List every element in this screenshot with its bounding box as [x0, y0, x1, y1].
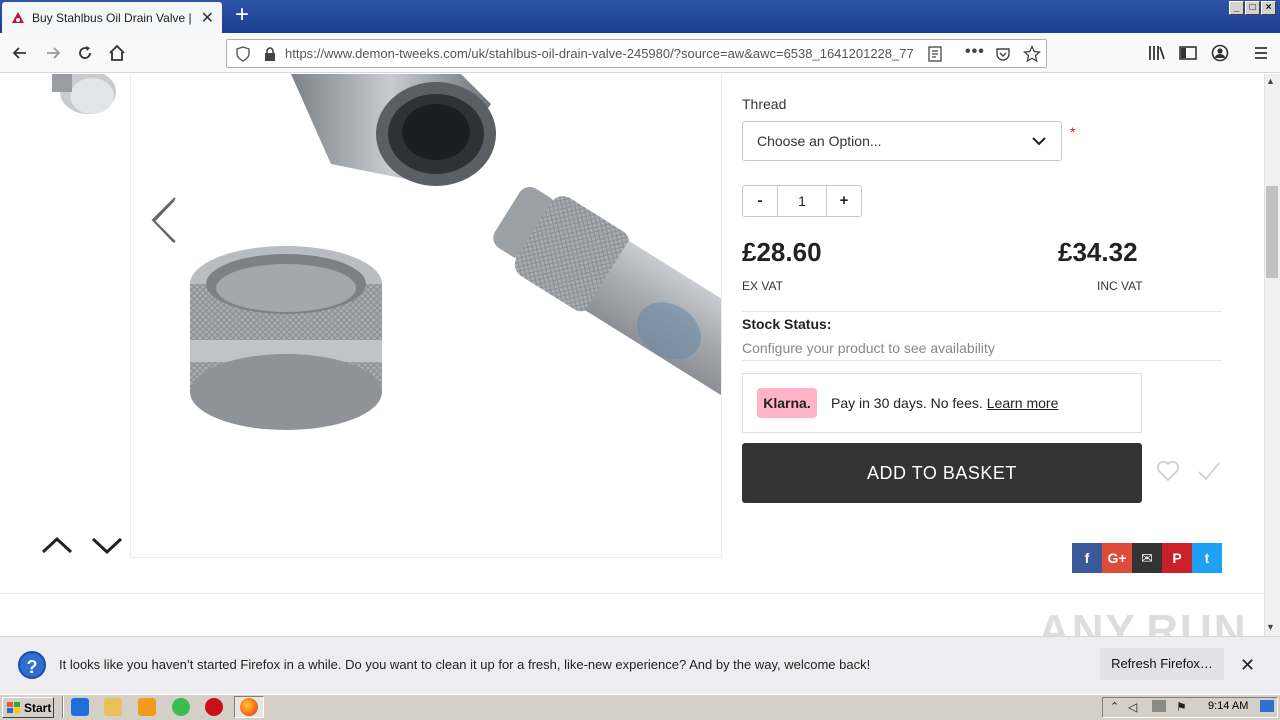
stock-status-title: Stock Status: — [742, 316, 832, 332]
question-icon: ? — [18, 651, 46, 679]
reload-button[interactable] — [73, 41, 97, 65]
opera-icon[interactable] — [205, 698, 223, 716]
thumbnail-down-icon[interactable] — [90, 534, 124, 556]
chevron-down-icon — [1032, 137, 1046, 146]
close-window-button[interactable]: × — [1261, 1, 1276, 15]
share-google-plus-button[interactable]: G+ — [1102, 543, 1132, 573]
reload-icon — [79, 46, 91, 59]
thread-select-value: Choose an Option... — [757, 133, 882, 149]
chrome-icon[interactable] — [172, 698, 190, 716]
library-icon — [1149, 46, 1165, 60]
browser-tab[interactable]: Buy Stahlbus Oil Drain Valve | Demo ✕ — [2, 2, 222, 33]
firefox-icon — [240, 698, 258, 716]
tray-expand-icon[interactable]: ⌃ — [1110, 700, 1119, 713]
vertical-scrollbar[interactable] — [1264, 74, 1280, 636]
url-bar[interactable]: https://www.demon-tweeks.com/uk/stahlbus… — [226, 39, 1047, 68]
price-inc-vat: £34.32 — [1058, 237, 1138, 267]
taskbar-clock: 9:14 AM — [1208, 700, 1249, 712]
product-thumbnail[interactable] — [44, 74, 120, 118]
lock-icon[interactable] — [263, 46, 277, 62]
scroll-down-arrow-icon[interactable]: ▼ — [1266, 622, 1275, 632]
taskbar-separator — [62, 696, 64, 718]
klarna-logo: Klarna. — [757, 388, 817, 418]
share-pinterest-button[interactable]: P — [1162, 543, 1192, 573]
pocket-icon[interactable] — [995, 46, 1011, 62]
account-button[interactable] — [1208, 41, 1232, 65]
thumbnail-up-icon[interactable] — [40, 534, 74, 556]
tab-close-icon[interactable]: ✕ — [201, 8, 214, 28]
share-email-button[interactable]: ✉ — [1132, 543, 1162, 573]
home-button[interactable] — [105, 41, 129, 65]
oil-drain-valve-image — [151, 74, 721, 430]
wishlist-heart-icon[interactable] — [1156, 460, 1180, 482]
start-button[interactable]: Start — [2, 697, 54, 718]
network-icon[interactable] — [1152, 700, 1166, 712]
new-tab-button[interactable]: + — [230, 3, 254, 28]
maximize-button[interactable]: □ — [1245, 1, 1260, 15]
ex-vat-label: EX VAT — [742, 279, 783, 293]
home-icon — [109, 44, 125, 61]
compare-check-icon[interactable] — [1196, 460, 1222, 482]
divider — [742, 311, 1222, 312]
tab-title: Buy Stahlbus Oil Drain Valve | Demo — [32, 10, 195, 25]
product-main-image[interactable] — [130, 74, 722, 558]
url-text[interactable]: https://www.demon-tweeks.com/uk/stahlbus… — [285, 46, 925, 61]
thread-label: Thread — [742, 96, 787, 112]
qty-decrease-button[interactable]: - — [743, 186, 777, 216]
internet-explorer-icon[interactable] — [71, 698, 89, 716]
library-button[interactable] — [1145, 41, 1169, 65]
qty-increase-button[interactable]: + — [827, 186, 861, 216]
notification-close-icon[interactable]: ✕ — [1240, 655, 1255, 676]
bookmark-star-icon[interactable] — [1023, 45, 1041, 63]
hamburger-menu-icon — [1255, 47, 1267, 59]
refresh-firefox-button[interactable]: Refresh Firefox… — [1100, 648, 1224, 680]
firefox-taskbar-button[interactable] — [234, 696, 264, 718]
reader-view-icon[interactable] — [927, 46, 943, 62]
share-facebook-button[interactable]: f — [1072, 543, 1102, 573]
add-to-basket-button[interactable]: ADD TO BASKET — [742, 443, 1142, 503]
previous-image-icon[interactable] — [150, 198, 180, 244]
page-actions-icon[interactable]: ••• — [965, 43, 985, 61]
forward-button[interactable] — [41, 41, 65, 65]
price-ex-vat: £28.60 — [742, 237, 822, 267]
forward-arrow-icon — [47, 47, 61, 59]
back-arrow-icon — [12, 47, 26, 59]
share-twitter-button[interactable]: t — [1192, 543, 1222, 573]
folder-icon[interactable] — [104, 698, 122, 716]
show-desktop-icon[interactable] — [1260, 700, 1274, 712]
windows-taskbar — [0, 694, 1280, 720]
media-player-icon[interactable] — [138, 698, 156, 716]
windows-logo-icon — [7, 701, 20, 713]
inc-vat-label: INC VAT — [1097, 279, 1143, 293]
shield-icon[interactable] — [235, 46, 251, 62]
quantity-stepper: - 1 + — [742, 185, 862, 217]
klarna-learn-more-link[interactable]: Learn more — [987, 395, 1059, 411]
page-content: Thread Choose an Option... * - 1 + £28.6… — [0, 74, 1264, 636]
divider — [742, 360, 1222, 361]
notification-text: It looks like you haven’t started Firefo… — [59, 657, 871, 672]
section-divider — [0, 593, 1264, 594]
stock-status-text: Configure your product to see availabili… — [742, 340, 995, 356]
sidebar-button[interactable] — [1176, 41, 1200, 65]
scrollbar-thumb[interactable] — [1266, 186, 1278, 278]
site-favicon-icon — [12, 11, 24, 23]
back-button[interactable] — [8, 41, 32, 65]
scroll-up-arrow-icon[interactable]: ▲ — [1266, 76, 1275, 86]
klarna-banner: Klarna. Pay in 30 days. No fees. Learn m… — [742, 373, 1142, 433]
thread-select[interactable]: Choose an Option... — [742, 121, 1062, 161]
action-center-flag-icon[interactable]: ⚑ — [1176, 700, 1187, 714]
required-marker: * — [1070, 124, 1076, 140]
qty-input[interactable]: 1 — [777, 186, 827, 216]
menu-button[interactable] — [1249, 41, 1273, 65]
start-label: Start — [24, 700, 52, 715]
minimize-button[interactable]: _ — [1229, 1, 1244, 15]
volume-icon[interactable]: ◁ — [1128, 700, 1137, 714]
klarna-text: Pay in 30 days. No fees. — [831, 395, 983, 411]
account-icon — [1211, 44, 1229, 62]
sidebar-icon — [1179, 46, 1197, 60]
